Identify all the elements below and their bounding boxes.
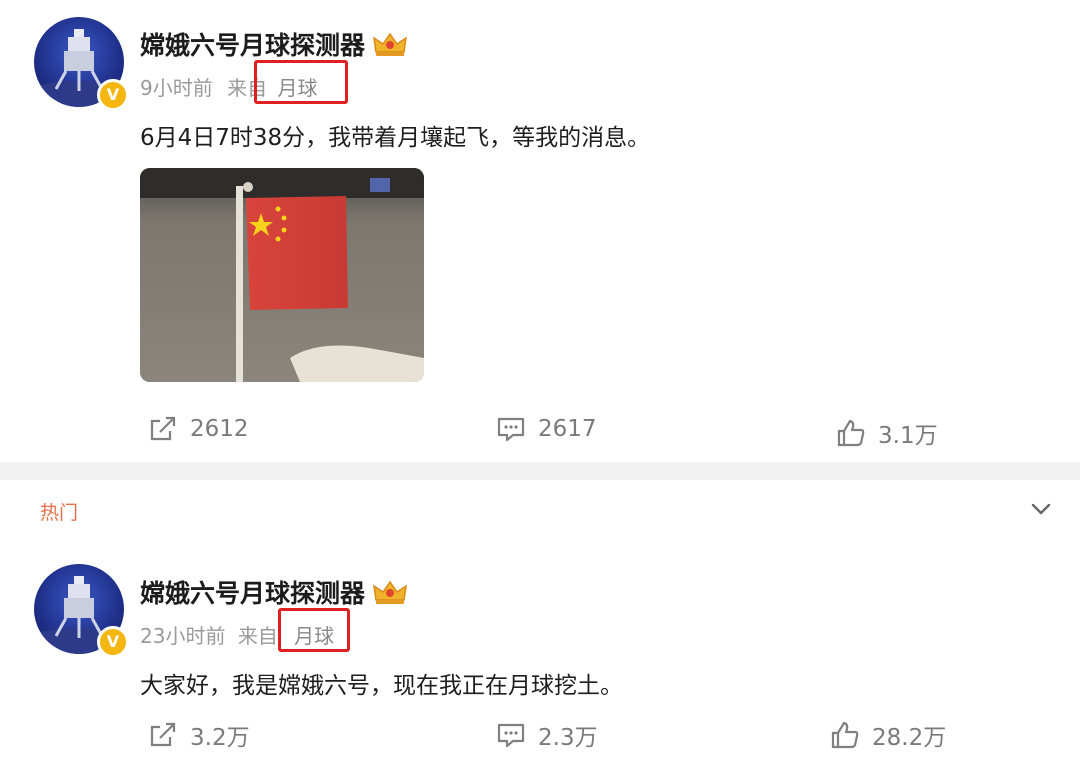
repost-icon	[150, 416, 176, 441]
comment-count: 2.3万	[538, 725, 598, 751]
like-button[interactable]: 3.1万	[836, 416, 938, 450]
post-time[interactable]: 23小时前	[140, 624, 225, 648]
author-name[interactable]: 嫦娥六号月球探测器	[140, 26, 365, 62]
source-prefix: 来自	[237, 624, 278, 648]
hot-section-label: 热门	[40, 502, 79, 524]
repost-count: 2612	[190, 416, 249, 442]
crown-icon	[373, 32, 407, 56]
repost-icon	[150, 722, 176, 747]
thumbs-up-icon	[831, 721, 859, 749]
verified-badge-icon: V	[97, 79, 129, 111]
repost-count: 3.2万	[190, 725, 250, 751]
source-highlight-box	[254, 60, 348, 104]
post-image-flag-on-moon[interactable]	[140, 168, 424, 382]
feed-divider	[0, 462, 1080, 480]
thumbs-up-icon	[837, 419, 865, 447]
post-text: 大家好，我是嫦娥六号，现在我正在月球挖土。	[140, 673, 623, 699]
crown-icon	[373, 580, 407, 604]
repost-button[interactable]: 2612	[148, 414, 249, 444]
chevron-down-icon[interactable]	[1030, 498, 1052, 520]
comment-icon	[497, 417, 525, 442]
source-highlight-box	[278, 608, 350, 652]
post-time[interactable]: 9小时前	[140, 76, 213, 100]
like-count: 3.1万	[878, 423, 938, 449]
like-count: 28.2万	[872, 725, 947, 751]
comment-button[interactable]: 2.3万	[496, 718, 598, 752]
author-name[interactable]: 嫦娥六号月球探测器	[140, 574, 365, 610]
comment-button[interactable]: 2617	[496, 414, 597, 444]
post-card-1: V 嫦娥六号月球探测器 9小时前 来自 月球 6月4日7时38分，我带着月壤起飞…	[0, 0, 1080, 462]
comment-count: 2617	[538, 416, 597, 442]
post-text: 6月4日7时38分，我带着月壤起飞，等我的消息。	[140, 125, 651, 151]
comment-icon	[497, 723, 525, 748]
like-button[interactable]: 28.2万	[830, 718, 946, 752]
verified-badge-icon: V	[97, 626, 129, 658]
repost-button[interactable]: 3.2万	[148, 718, 250, 752]
